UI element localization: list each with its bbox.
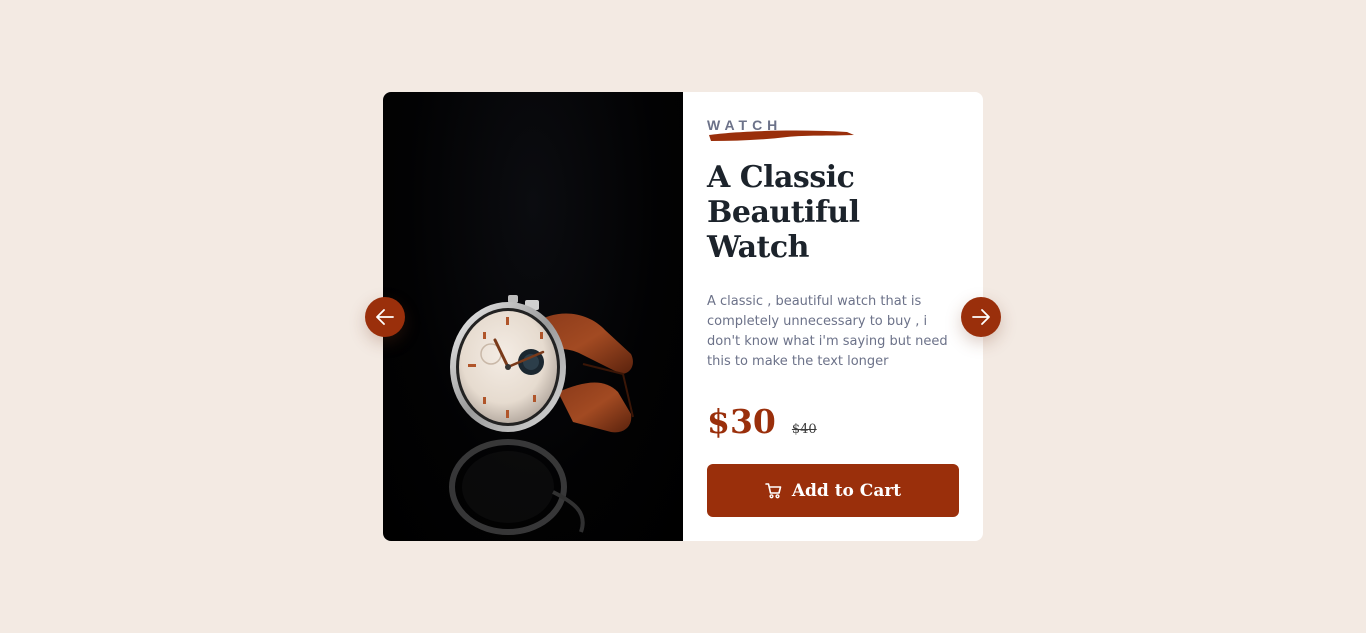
arrow-left-icon: [376, 309, 394, 325]
product-details: WATCH A Classic Beautiful Watch A classi…: [683, 92, 983, 541]
product-category: WATCH: [707, 117, 783, 133]
product-card: WATCH A Classic Beautiful Watch A classi…: [383, 92, 983, 541]
original-price: $40: [791, 422, 817, 437]
cart-icon: [765, 483, 782, 499]
add-to-cart-button[interactable]: Add to Cart: [707, 464, 959, 517]
arrow-right-icon: [972, 309, 990, 325]
product-description: A classic , beautiful watch that is comp…: [707, 294, 948, 369]
price-row: $30 $40: [707, 402, 817, 441]
current-price: $30: [707, 402, 776, 441]
add-to-cart-label: Add to Cart: [791, 480, 902, 501]
product-title: A Classic Beautiful Watch: [707, 160, 860, 265]
product-image: [383, 92, 683, 541]
next-button[interactable]: [961, 297, 1001, 337]
previous-button[interactable]: [365, 297, 405, 337]
